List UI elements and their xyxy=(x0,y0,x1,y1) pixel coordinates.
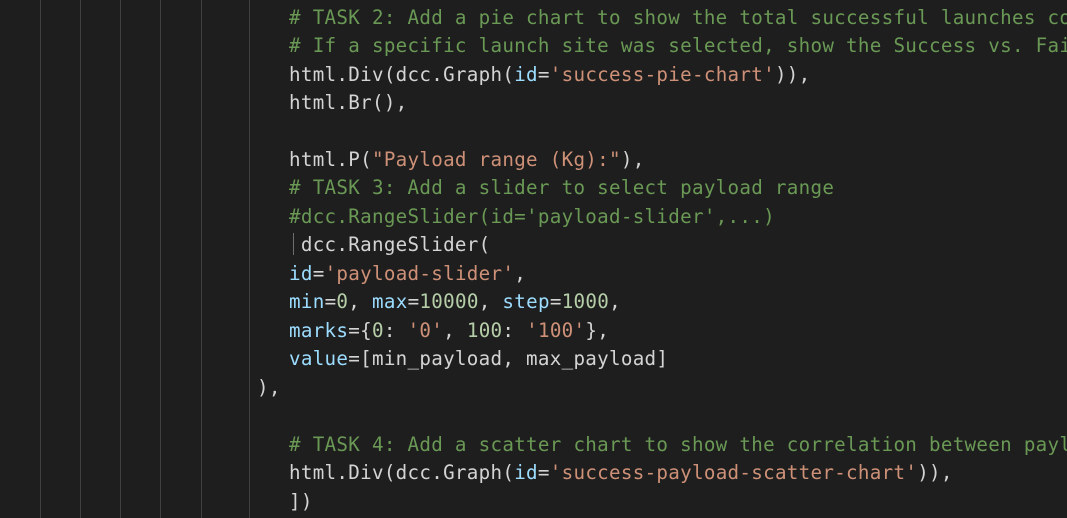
code-token: marks xyxy=(289,319,349,342)
code-line[interactable]: html.Br(), xyxy=(289,89,408,117)
code-token: # TASK 2: Add a pie chart to show the to… xyxy=(289,6,1067,29)
code-token: value xyxy=(289,347,349,370)
code-line[interactable]: min=0, max=10000, step=1000, xyxy=(289,288,621,316)
indent-guide xyxy=(201,0,202,518)
code-token: 0 xyxy=(336,290,349,313)
code-line[interactable]: #dcc.RangeSlider(id='payload-slider',...… xyxy=(289,203,775,231)
code-token: step xyxy=(502,290,550,313)
code-token: = xyxy=(549,290,562,313)
code-token: ={ xyxy=(348,319,372,342)
code-token: ), xyxy=(257,376,281,399)
code-token: = xyxy=(537,461,550,484)
code-token: ]) xyxy=(289,490,313,513)
code-token: )), xyxy=(917,461,953,484)
code-line[interactable]: id='payload-slider', xyxy=(289,260,526,288)
code-token: , xyxy=(609,290,621,313)
code-line[interactable]: html.Div(dcc.Graph(id='success-payload-s… xyxy=(289,459,953,487)
code-token: : xyxy=(383,319,408,342)
code-token: 'success-payload-scatter-chart' xyxy=(549,461,918,484)
code-line[interactable]: marks={0: '0', 100: '100'}, xyxy=(289,317,609,345)
code-line[interactable]: ]) xyxy=(289,488,313,516)
code-token: dcc.RangeSlider( xyxy=(289,233,491,256)
code-token: = xyxy=(407,290,420,313)
code-token: , xyxy=(514,262,527,285)
code-token: '0' xyxy=(407,319,444,342)
code-token: '100' xyxy=(526,319,586,342)
code-token: 10000 xyxy=(419,290,479,313)
code-token: id xyxy=(514,63,538,86)
text-cursor xyxy=(293,233,294,255)
code-line[interactable]: # TASK 4: Add a scatter chart to show th… xyxy=(289,431,1067,459)
code-token: # TASK 3: Add a slider to select payload… xyxy=(289,176,835,199)
code-token: }, xyxy=(585,319,610,342)
code-token: )), xyxy=(774,63,811,86)
code-token: 0 xyxy=(371,319,384,342)
code-token: html.Div(dcc.Graph( xyxy=(289,461,515,484)
code-line[interactable]: dcc.RangeSlider( xyxy=(289,231,490,259)
code-line[interactable]: html.Div(dcc.Graph(id='success-pie-chart… xyxy=(289,61,811,89)
indent-guide xyxy=(80,0,81,518)
code-line[interactable]: # If a specific launch site was selected… xyxy=(289,32,1067,60)
code-token: id xyxy=(514,461,538,484)
code-token: : xyxy=(502,319,527,342)
code-token: , xyxy=(443,319,467,342)
code-token: , xyxy=(478,290,503,313)
indent-guide xyxy=(40,0,41,518)
code-token: 1000 xyxy=(561,290,610,313)
code-token: = xyxy=(312,262,325,285)
code-line[interactable]: ), xyxy=(257,374,281,402)
indent-guide xyxy=(160,0,161,518)
code-token: html.Br(), xyxy=(289,91,408,114)
indent-guide xyxy=(120,0,121,518)
code-token: html.P( xyxy=(289,148,372,171)
code-token: "Payload range (Kg):" xyxy=(371,148,621,171)
code-token: = xyxy=(324,290,337,313)
code-line[interactable]: value=[min_payload, max_payload] xyxy=(289,345,668,373)
indent-guide xyxy=(249,0,250,518)
code-token: =[min_payload, max_payload] xyxy=(348,347,669,370)
code-token: ), xyxy=(620,148,645,171)
code-token: # If a specific launch site was selected… xyxy=(289,34,1067,57)
code-token: = xyxy=(537,63,550,86)
code-line[interactable]: # TASK 3: Add a slider to select payload… xyxy=(289,174,834,202)
code-token: 'success-pie-chart' xyxy=(549,63,775,86)
code-token: , xyxy=(348,290,372,313)
code-token: #dcc.RangeSlider(id='payload-slider',...… xyxy=(289,205,775,228)
code-token: 100 xyxy=(466,319,503,342)
code-token: min xyxy=(289,290,325,313)
code-editor[interactable]: # TASK 2: Add a pie chart to show the to… xyxy=(0,0,1067,518)
code-token: html.Div(dcc.Graph( xyxy=(289,63,515,86)
code-token: # TASK 4: Add a scatter chart to show th… xyxy=(289,433,1067,456)
code-line[interactable]: # TASK 2: Add a pie chart to show the to… xyxy=(289,4,1067,32)
code-line[interactable]: html.P("Payload range (Kg):"), xyxy=(289,146,645,174)
code-token: id xyxy=(289,262,313,285)
code-token: 'payload-slider' xyxy=(324,262,515,285)
code-token: max xyxy=(372,290,408,313)
